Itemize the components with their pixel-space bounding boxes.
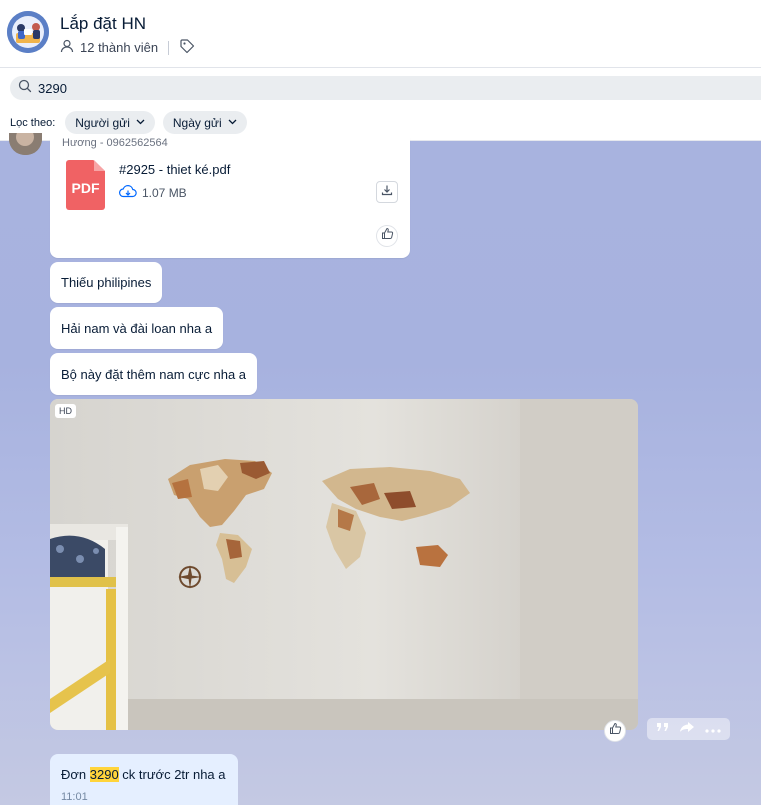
text-message[interactable]: Hải nam và đài loan nha a <box>50 307 224 349</box>
text-message[interactable]: Bộ này đặt thêm nam cực nha a <box>50 353 258 395</box>
thumbs-up-icon <box>609 722 622 740</box>
filter-date-dropdown[interactable]: Ngày gửi <box>162 111 247 134</box>
filter-sender-label: Người gửi <box>75 115 130 130</box>
message-action-bar <box>647 718 730 740</box>
person-icon <box>60 39 74 56</box>
search-highlight: 3290 <box>89 767 119 782</box>
filter-label: Lọc theo: <box>10 116 56 129</box>
group-meta: 12 thành viên <box>60 38 195 57</box>
image-message[interactable] <box>50 399 638 730</box>
message-text: Đơn 3290 ck trước 2tr nha a <box>61 767 227 782</box>
file-message[interactable]: Hương - 0962562564 PDF #2925 - thiet ké.… <box>50 137 410 258</box>
sender-avatar[interactable] <box>9 133 42 155</box>
own-text-message[interactable]: Đơn 3290 ck trước 2tr nha a 11:01 <box>50 754 238 805</box>
filter-row: Lọc theo: Người gửi Ngày gửi <box>10 111 247 134</box>
file-size: 1.07 MB <box>142 186 187 200</box>
search-box[interactable] <box>10 76 761 100</box>
search-icon <box>18 79 32 98</box>
react-button[interactable] <box>376 225 398 247</box>
message-suffix: ck trước 2tr nha a <box>118 767 226 782</box>
message-text: Thiếu philipines <box>61 275 152 290</box>
divider <box>168 40 170 55</box>
chevron-down-icon <box>227 116 238 130</box>
member-count[interactable]: 12 thành viên <box>80 40 158 55</box>
quote-icon[interactable] <box>656 720 670 738</box>
file-name[interactable]: #2925 - thiet ké.pdf <box>119 162 230 177</box>
text-message[interactable]: Thiếu philipines <box>50 262 163 303</box>
file-size-row: 1.07 MB <box>119 185 187 201</box>
cloud-download-icon <box>119 185 137 201</box>
chevron-down-icon <box>135 116 146 130</box>
message-prefix: Đơn <box>61 767 90 782</box>
conversation-header: Lắp đặt HN 12 thành viên <box>0 0 761 68</box>
group-name[interactable]: Lắp đặt HN <box>60 14 146 34</box>
hd-badge: HD <box>55 404 76 418</box>
search-panel: Lọc theo: Người gửi Ngày gửi <box>0 68 761 141</box>
message-text: Bộ này đặt thêm nam cực nha a <box>61 366 247 382</box>
message-time: 11:01 <box>61 791 88 803</box>
message-text: Hải nam và đài loan nha a <box>61 320 213 336</box>
more-icon[interactable] <box>705 720 721 738</box>
download-icon <box>381 183 393 201</box>
tag-icon[interactable] <box>179 38 195 57</box>
filter-sender-dropdown[interactable]: Người gửi <box>65 111 155 134</box>
filter-date-label: Ngày gửi <box>172 115 222 130</box>
pdf-fold <box>94 160 105 171</box>
search-input[interactable] <box>38 80 338 96</box>
sender-name: Hương - 0962562564 <box>62 137 168 149</box>
pdf-type-label: PDF <box>71 180 100 196</box>
react-button[interactable] <box>604 720 626 742</box>
group-avatar[interactable] <box>7 11 49 53</box>
thumbs-up-icon <box>381 227 394 245</box>
download-button[interactable] <box>376 181 398 203</box>
forward-icon[interactable] <box>679 720 695 738</box>
